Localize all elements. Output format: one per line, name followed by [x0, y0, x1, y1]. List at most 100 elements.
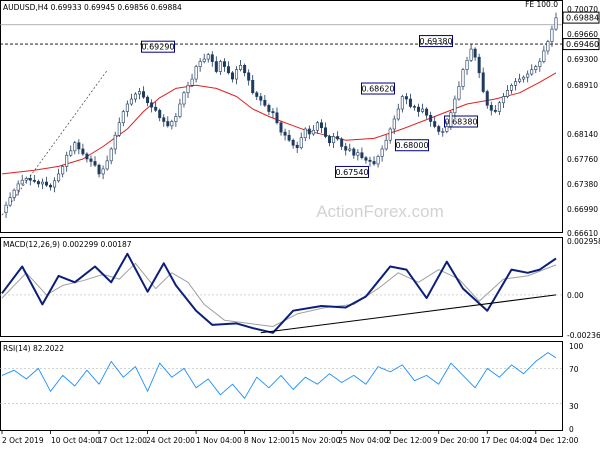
candle-body	[166, 121, 170, 127]
rsi-y-axis: 100 70 30 0	[569, 342, 584, 434]
candle-body	[493, 109, 497, 112]
x-tick: 2 Oct 2019	[2, 436, 44, 445]
candle-body	[226, 66, 230, 74]
candle-body	[247, 72, 251, 81]
rsi-y-tick: 30	[569, 402, 579, 411]
candle-body	[20, 179, 24, 185]
candle-body	[40, 181, 44, 185]
candle-body	[89, 158, 93, 162]
watermark: ActionForex.com	[316, 202, 444, 221]
candle-body	[554, 17, 558, 30]
x-tick: 17 Oct 12:00	[98, 436, 147, 445]
candle-body	[28, 178, 32, 181]
candle-body	[190, 78, 194, 86]
candle-body	[514, 81, 518, 86]
price-y-tick: 0.69660	[567, 30, 598, 39]
candle-body	[137, 91, 141, 95]
candle-body	[340, 138, 344, 147]
candle-body	[469, 48, 473, 61]
candle-body	[392, 118, 396, 130]
candle-body	[332, 136, 336, 144]
candle-body	[109, 148, 113, 162]
rsi-header: RSI(14) 82.2022	[3, 344, 64, 353]
price-y-tick: 0.68140	[567, 130, 598, 139]
candle-body	[453, 98, 457, 114]
x-tick: 15 Nov 20:00	[290, 436, 341, 445]
candle-body	[425, 108, 429, 116]
candle-body	[101, 168, 105, 175]
candle-body	[437, 126, 441, 132]
rsi-y-tick: 0	[569, 425, 574, 434]
candle-body	[388, 128, 392, 141]
candle-body	[275, 112, 279, 124]
candle-body	[93, 161, 97, 166]
candle-body	[368, 159, 372, 162]
candle-body	[380, 148, 384, 157]
chart-root: ActionForex.com AUDUSD,H4 0.69933 0.6994…	[0, 0, 600, 450]
candle-body	[259, 96, 263, 101]
candle-body	[61, 166, 65, 175]
candle-body	[218, 61, 222, 72]
candle-body	[344, 146, 348, 151]
candle-body	[400, 96, 404, 110]
candle-body	[198, 61, 202, 67]
candle-body	[243, 65, 247, 74]
candle-body	[461, 69, 465, 87]
candle-body	[303, 128, 307, 139]
candle-body	[77, 142, 81, 150]
x-tick: 2 Dec 12:00	[386, 436, 432, 445]
x-tick: 24 Oct 20:00	[146, 436, 195, 445]
candle-body	[412, 106, 416, 108]
candle-body	[497, 102, 501, 112]
candle-body	[222, 61, 226, 67]
candle-body	[311, 129, 315, 135]
candle-body	[182, 92, 186, 105]
candle-body	[295, 144, 299, 149]
candle-body	[372, 161, 376, 165]
price-y-tick: 0.68910	[567, 81, 598, 90]
candle-body	[133, 93, 137, 100]
x-tick: 8 Nov 12:00	[244, 436, 290, 445]
x-tick: 10 Oct 04:00	[51, 436, 100, 445]
candle-body	[299, 137, 303, 149]
candle-body	[429, 114, 433, 122]
candle-body	[16, 183, 20, 191]
x-tick: 9 Dec 20:00	[433, 436, 479, 445]
candle-body	[364, 157, 368, 161]
candle-body	[65, 154, 69, 167]
candle-body	[170, 121, 174, 127]
candle-body	[445, 126, 449, 132]
price-header: AUDUSD,H4 0.69933 0.69945 0.69856 0.6988…	[3, 3, 182, 12]
candle-body	[283, 131, 287, 136]
x-tick: 25 Nov 04:00	[338, 436, 389, 445]
price-y-tick: 0.66990	[567, 205, 598, 214]
rsi-y-tick: 100	[569, 342, 584, 351]
candle-body	[4, 204, 8, 213]
candle-body	[210, 54, 214, 62]
candle-body	[449, 112, 453, 127]
candle-body	[142, 91, 146, 98]
candle-body	[24, 178, 28, 181]
candle-body	[53, 180, 57, 188]
candle-body	[44, 181, 48, 186]
rsi-y-tick: 70	[569, 365, 579, 374]
candle-body	[279, 122, 283, 133]
macd-y-tick: 0.002958	[567, 237, 600, 246]
annotation-label: 0.68620	[361, 85, 394, 94]
candle-body	[501, 96, 505, 104]
candle-body	[214, 61, 218, 72]
candle-body	[81, 148, 85, 155]
candle-body	[129, 98, 133, 105]
x-tick: 24 Dec 12:00	[528, 436, 579, 445]
candle-body	[324, 127, 328, 137]
candle-body	[360, 152, 364, 159]
candle-body	[550, 28, 554, 42]
candle-body	[263, 99, 267, 106]
macd-y-tick: -0.002364	[567, 331, 600, 340]
candle-body	[489, 104, 493, 111]
candle-body	[481, 72, 485, 92]
candle-body	[526, 73, 530, 78]
annotation-label: 0.67540	[335, 168, 368, 177]
price-y-tick: 0.67760	[567, 155, 598, 164]
candle-body	[57, 173, 61, 182]
